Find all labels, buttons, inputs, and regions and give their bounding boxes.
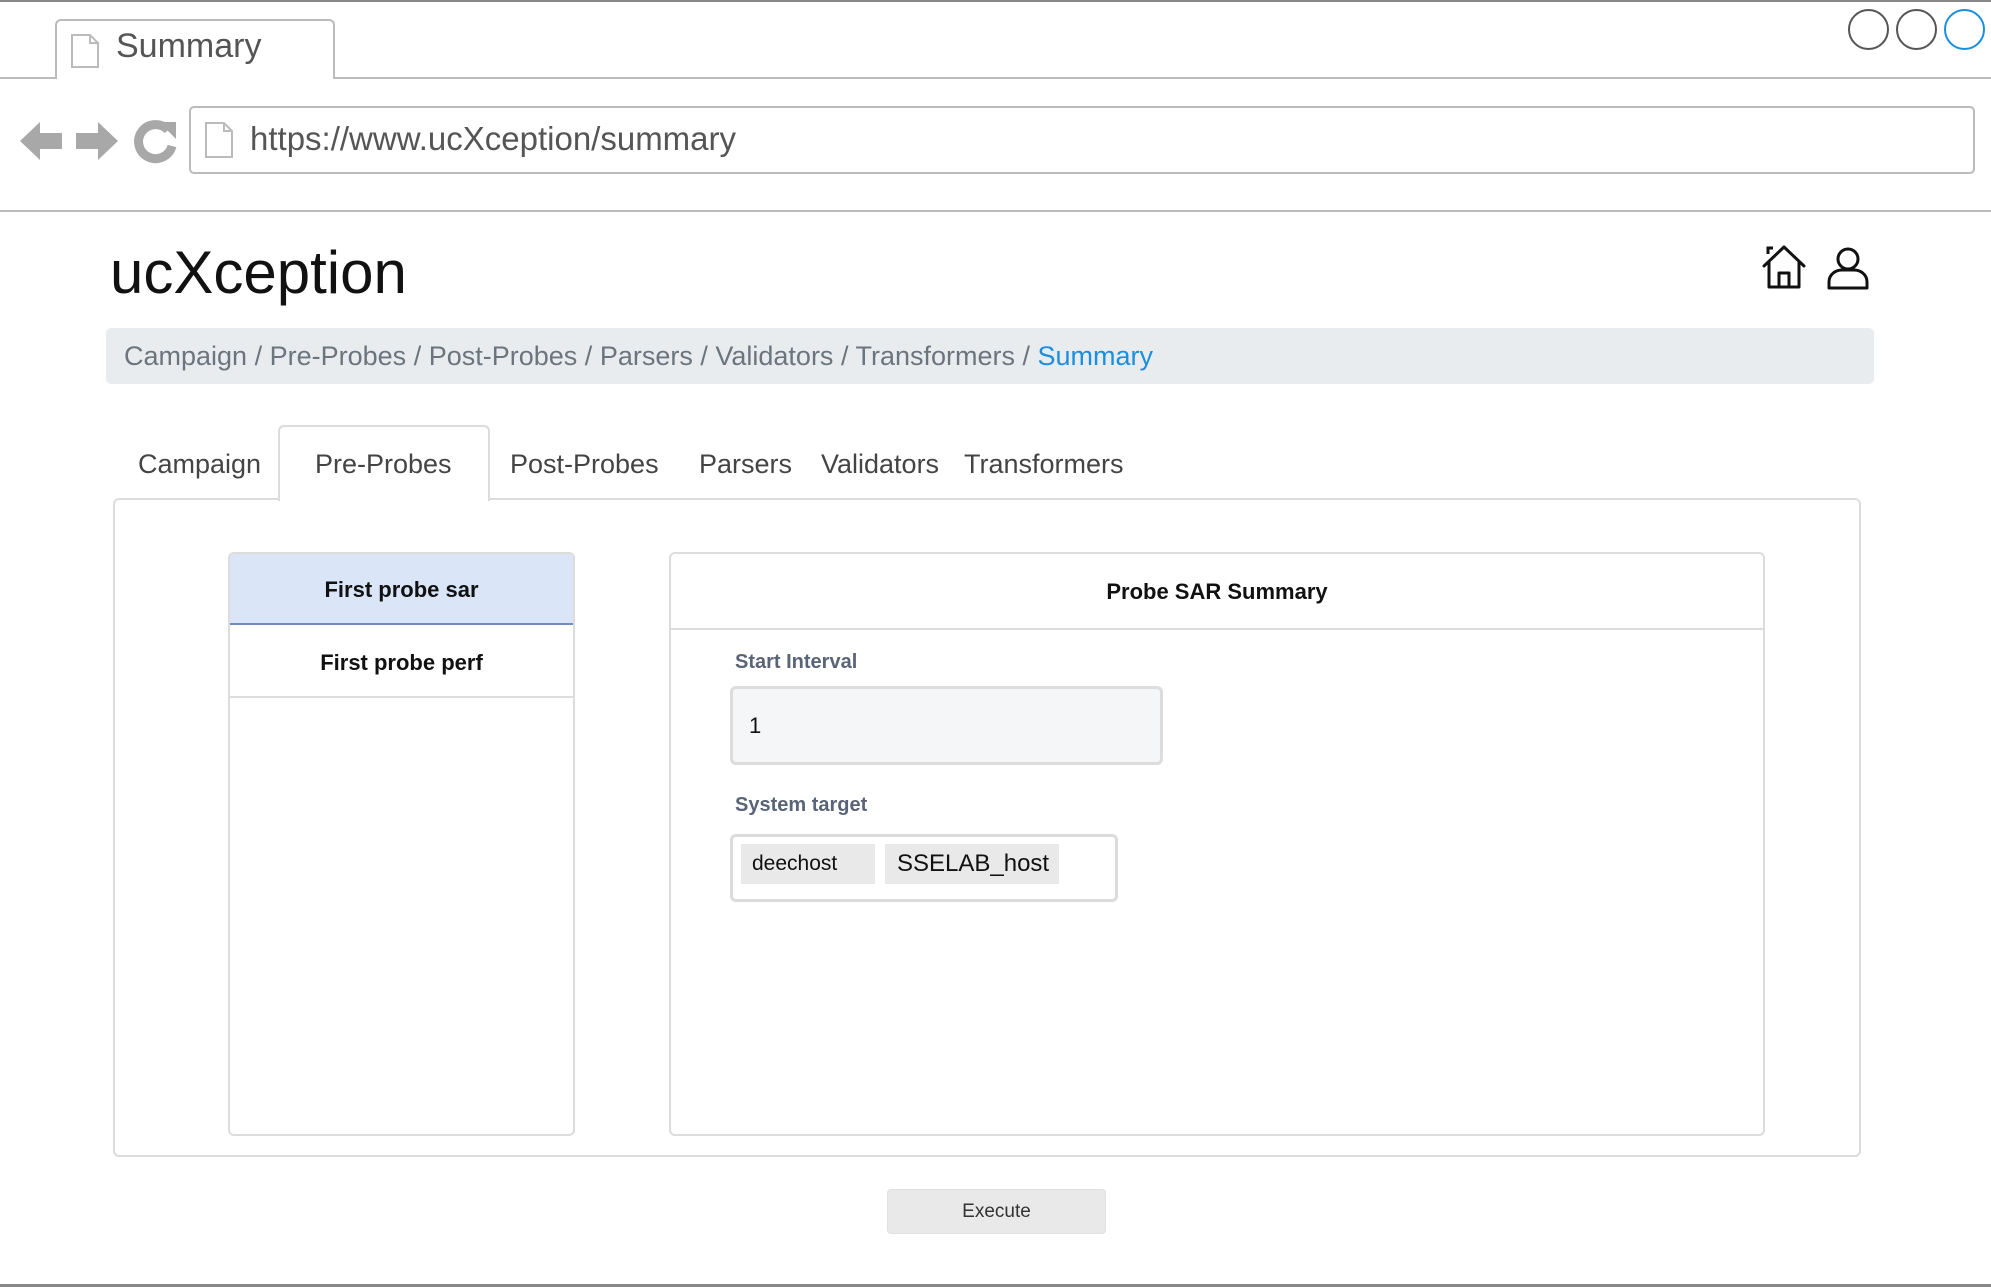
tab-validators[interactable]: Validators — [821, 444, 939, 484]
breadcrumb-item-post-probes[interactable]: Post-Probes — [429, 341, 578, 371]
window-maximize-button[interactable] — [1896, 9, 1937, 50]
back-arrow-icon[interactable] — [18, 118, 64, 164]
browser-tab-title: Summary — [116, 27, 262, 65]
start-interval-field[interactable]: 1 — [730, 686, 1163, 765]
probe-list-item-selected[interactable]: First probe sar — [230, 554, 573, 625]
breadcrumb-item-parsers[interactable]: Parsers — [600, 341, 693, 371]
forward-arrow-icon[interactable] — [74, 118, 120, 164]
document-icon — [71, 34, 99, 68]
system-target-chip[interactable]: SSELAB_host — [885, 844, 1059, 884]
start-interval-label: Start Interval — [735, 651, 858, 673]
breadcrumb-item-summary: Summary — [1037, 341, 1154, 371]
breadcrumb-separator: / — [254, 341, 270, 371]
tab-bar-gap — [57, 76, 333, 80]
tab-parsers[interactable]: Parsers — [699, 444, 792, 484]
browser-chrome-divider — [0, 210, 1991, 212]
summary-card-title: Probe SAR Summary — [671, 554, 1763, 630]
system-target-label: System target — [735, 794, 868, 816]
tab-pre-probes[interactable]: Pre-Probes — [315, 444, 452, 484]
address-bar-url[interactable]: https://www.ucXception/summary — [250, 118, 736, 160]
probe-list: First probe sar First probe perf — [228, 552, 575, 1136]
user-icon[interactable] — [1826, 246, 1870, 290]
tab-campaign[interactable]: Campaign — [138, 444, 261, 484]
home-icon[interactable] — [1760, 244, 1808, 290]
reload-icon[interactable] — [132, 118, 178, 164]
breadcrumb-separator: / — [584, 341, 600, 371]
breadcrumb-separator: / — [413, 341, 429, 371]
breadcrumb: Campaign / Pre-Probes / Post-Probes / Pa… — [106, 328, 1874, 384]
execute-button[interactable]: Execute — [887, 1189, 1106, 1234]
system-target-field[interactable]: deechost SSELAB_host — [730, 834, 1118, 902]
window-top-border — [0, 0, 1991, 2]
breadcrumb-item-transformers[interactable]: Transformers — [855, 341, 1015, 371]
breadcrumb-separator: / — [1022, 341, 1038, 371]
tab-post-probes[interactable]: Post-Probes — [510, 444, 659, 484]
breadcrumb-separator: / — [700, 341, 716, 371]
breadcrumb-separator: / — [840, 341, 856, 371]
window-minimize-button[interactable] — [1848, 9, 1889, 50]
breadcrumb-item-campaign[interactable]: Campaign — [124, 341, 247, 371]
tab-transformers[interactable]: Transformers — [964, 444, 1124, 484]
breadcrumb-item-pre-probes[interactable]: Pre-Probes — [270, 341, 407, 371]
document-icon — [205, 122, 233, 158]
app-title: ucXception — [110, 239, 407, 306]
window-close-button[interactable] — [1944, 9, 1985, 50]
breadcrumb-item-validators[interactable]: Validators — [715, 341, 833, 371]
probe-list-item[interactable]: First probe perf — [230, 627, 573, 698]
system-target-chip[interactable]: deechost — [741, 844, 875, 884]
